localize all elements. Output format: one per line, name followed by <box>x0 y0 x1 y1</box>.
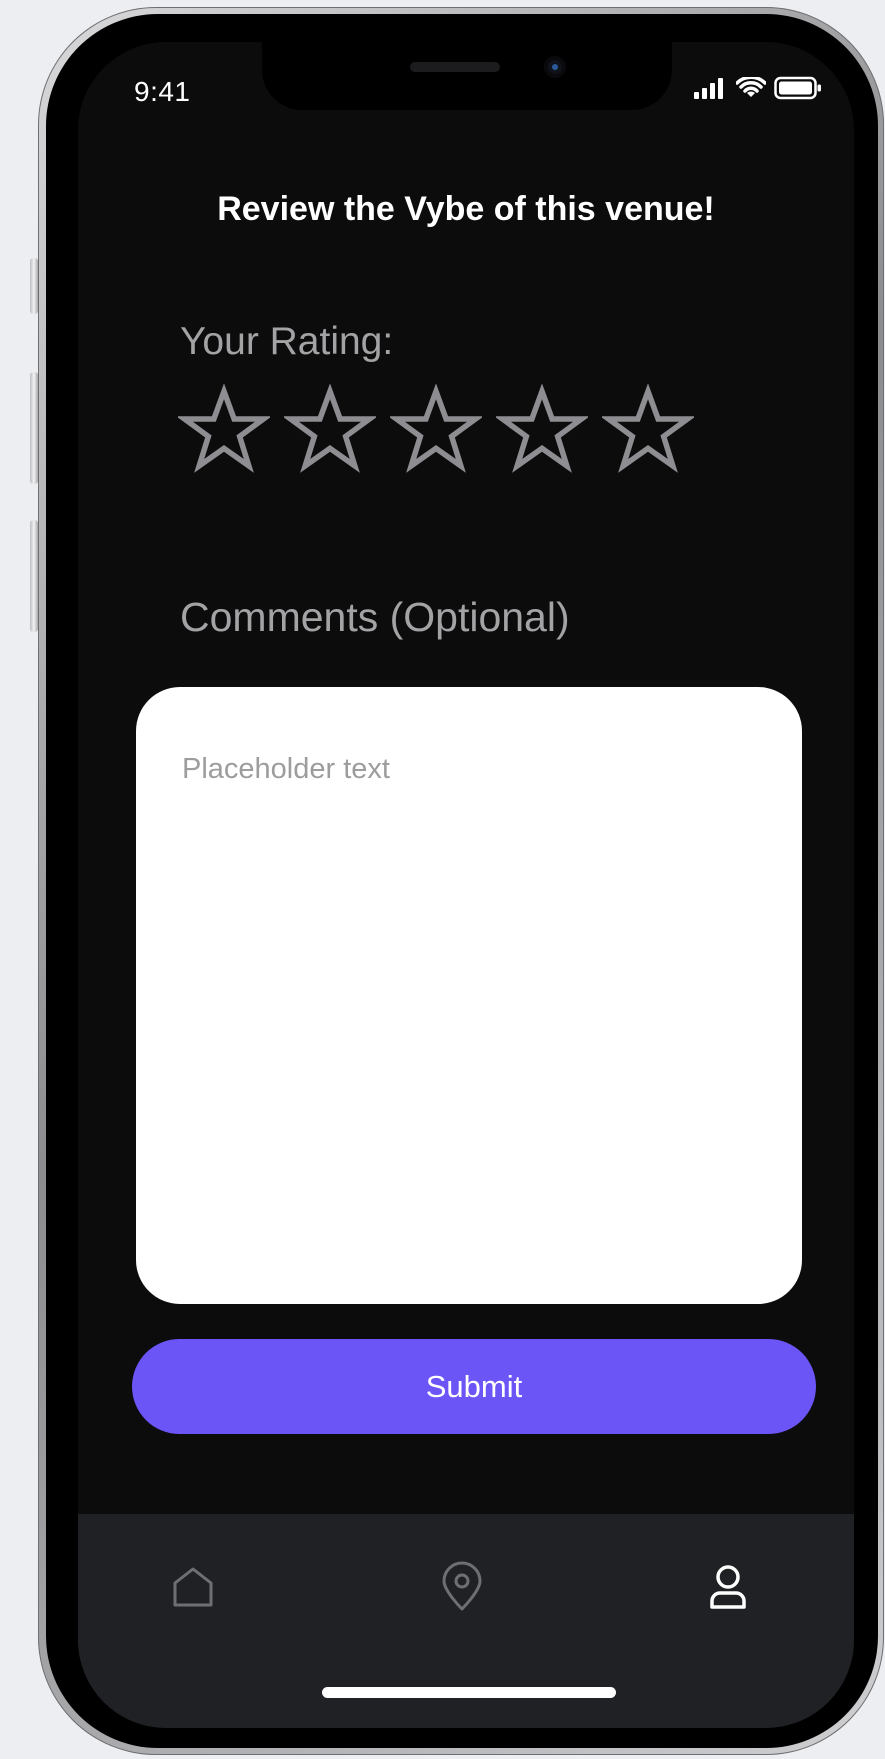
rating-label: Your Rating: <box>180 320 394 363</box>
comments-label: Comments (Optional) <box>180 594 570 640</box>
star-2-icon[interactable] <box>284 384 376 476</box>
tab-bar <box>78 1514 854 1728</box>
front-camera <box>544 56 566 78</box>
home-indicator[interactable] <box>322 1687 616 1698</box>
star-rating <box>178 384 694 476</box>
earpiece-speaker <box>410 62 500 72</box>
submit-button[interactable]: Submit <box>132 1339 816 1434</box>
star-3-icon[interactable] <box>390 384 482 476</box>
mute-switch <box>30 258 38 314</box>
tab-home[interactable] <box>158 1552 228 1622</box>
location-pin-icon <box>442 1561 482 1611</box>
star-4-icon[interactable] <box>496 384 588 476</box>
profile-icon <box>710 1565 746 1609</box>
status-icons <box>694 76 822 100</box>
star-5-icon[interactable] <box>602 384 694 476</box>
page-title: Review the Vybe of this venue! <box>217 190 715 228</box>
comments-input[interactable] <box>136 687 802 1304</box>
star-1-icon[interactable] <box>178 384 270 476</box>
cellular-signal-icon <box>694 78 723 99</box>
wifi-icon <box>736 77 766 97</box>
phone-screen: 9:41 Review the Vybe of this venue! Your… <box>78 42 854 1728</box>
tab-location[interactable] <box>427 1552 497 1622</box>
device-mockup: 9:41 Review the Vybe of this venue! Your… <box>0 0 885 1759</box>
volume-up-button <box>30 372 38 484</box>
volume-down-button <box>30 520 38 632</box>
status-time: 9:41 <box>134 76 191 107</box>
home-icon <box>173 1567 213 1607</box>
battery-icon <box>774 76 821 100</box>
notch <box>262 42 672 110</box>
tab-profile[interactable] <box>693 1552 763 1622</box>
